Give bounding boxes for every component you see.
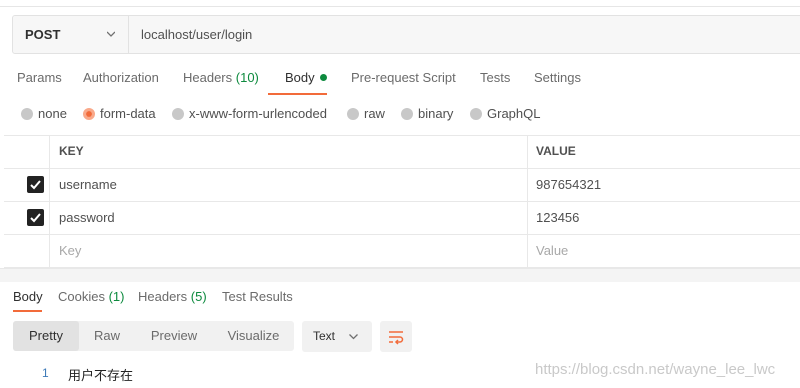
radio-binary[interactable]: binary	[401, 106, 453, 121]
tab-label: Authorization	[83, 70, 159, 85]
radio-icon	[21, 108, 33, 120]
format-select[interactable]: Text	[302, 321, 372, 352]
tab-label: Pre-request Script	[351, 70, 456, 85]
tab-body[interactable]: Body	[285, 70, 327, 85]
row-checkbox-cell	[4, 201, 50, 234]
table-header-row: KEY VALUE	[4, 135, 800, 169]
tab-label: Headers	[138, 289, 188, 304]
key-cell[interactable]: password	[50, 201, 528, 234]
format-label: Text	[313, 329, 336, 343]
tab-label: Cookies	[58, 289, 105, 304]
view-pretty-button[interactable]: Pretty	[13, 321, 79, 351]
key-input[interactable]: Key	[50, 234, 528, 267]
tab-settings[interactable]: Settings	[534, 70, 581, 85]
tab-label: Params	[17, 70, 62, 85]
checkbox-column-header	[4, 135, 50, 168]
radio-label: x-www-form-urlencoded	[189, 106, 327, 121]
method-label: POST	[25, 27, 61, 42]
request-url-bar: POST localhost/user/login	[12, 15, 800, 54]
tab-prerequest-script[interactable]: Pre-request Script	[351, 70, 456, 85]
radio-label: binary	[418, 106, 454, 121]
tab-response-body[interactable]: Body	[13, 289, 43, 304]
tab-label: Settings	[534, 70, 581, 85]
row-checkbox[interactable]	[27, 176, 44, 193]
wrap-lines-button[interactable]	[380, 321, 412, 352]
tab-headers[interactable]: Headers (10)	[183, 70, 259, 85]
tab-tests[interactable]: Tests	[480, 70, 510, 85]
pane-divider[interactable]	[0, 268, 800, 282]
chevron-down-icon	[349, 334, 358, 340]
radio-icon	[347, 108, 359, 120]
tab-test-results[interactable]: Test Results	[222, 289, 293, 304]
chevron-down-icon	[107, 31, 115, 37]
radio-x-www-form-urlencoded[interactable]: x-www-form-urlencoded	[172, 106, 327, 121]
radio-selected-icon	[83, 108, 95, 120]
value-cell[interactable]: 987654321	[529, 168, 800, 201]
active-tab-indicator	[268, 93, 327, 95]
row-checkbox-cell	[4, 234, 50, 267]
modified-dot-icon	[319, 74, 327, 81]
view-mode-segmented-control: Pretty Raw Preview Visualize	[13, 321, 294, 351]
url-input[interactable]: localhost/user/login	[141, 16, 252, 53]
radio-none[interactable]: none	[21, 106, 67, 121]
wrap-lines-icon	[389, 331, 404, 345]
tab-authorization[interactable]: Authorization	[83, 70, 159, 85]
active-response-tab-indicator	[13, 310, 42, 312]
value-column-header: VALUE	[536, 144, 576, 158]
radio-form-data[interactable]: form-data	[83, 106, 156, 121]
headers-count: (10)	[235, 70, 259, 85]
view-visualize-button[interactable]: Visualize	[213, 321, 294, 351]
table-row: password 123456	[4, 201, 800, 235]
value-cell[interactable]: 123456	[529, 201, 800, 234]
tab-label: Test Results	[222, 289, 293, 304]
watermark: https://blog.csdn.net/wayne_lee_lwc	[535, 361, 776, 378]
response-body-text: 用户不存在	[68, 368, 134, 383]
cookies-count: (1)	[108, 289, 125, 304]
checkmark-icon	[30, 213, 41, 223]
row-checkbox-cell	[4, 168, 50, 201]
tab-label: Tests	[480, 70, 511, 85]
tab-params[interactable]: Params	[17, 70, 62, 85]
top-divider	[0, 6, 800, 7]
table-row: username 987654321	[4, 168, 800, 202]
radio-label: none	[38, 106, 67, 121]
radio-label: form-data	[100, 106, 156, 121]
view-preview-button[interactable]: Preview	[135, 321, 213, 351]
table-row-new: Key Value	[4, 234, 800, 268]
tab-label: Body	[285, 70, 315, 85]
row-checkbox[interactable]	[27, 209, 44, 226]
tab-label: Body	[13, 289, 43, 304]
radio-icon	[172, 108, 184, 120]
radio-graphql[interactable]: GraphQL	[470, 106, 540, 121]
response-headers-count: (5)	[190, 289, 207, 304]
tab-cookies[interactable]: Cookies (1)	[58, 289, 124, 304]
radio-icon	[401, 108, 413, 120]
view-raw-button[interactable]: Raw	[79, 321, 135, 351]
radio-raw[interactable]: raw	[347, 106, 385, 121]
line-number: 1	[42, 366, 49, 380]
radio-label: raw	[364, 106, 385, 121]
radio-icon	[470, 108, 482, 120]
tab-label: Headers	[183, 70, 233, 85]
radio-label: GraphQL	[487, 106, 541, 121]
key-column-header: KEY	[50, 135, 528, 168]
key-cell[interactable]: username	[50, 168, 528, 201]
checkmark-icon	[30, 180, 41, 190]
method-select[interactable]: POST	[13, 16, 129, 53]
value-input[interactable]: Value	[529, 234, 800, 267]
tab-response-headers[interactable]: Headers (5)	[138, 289, 207, 304]
